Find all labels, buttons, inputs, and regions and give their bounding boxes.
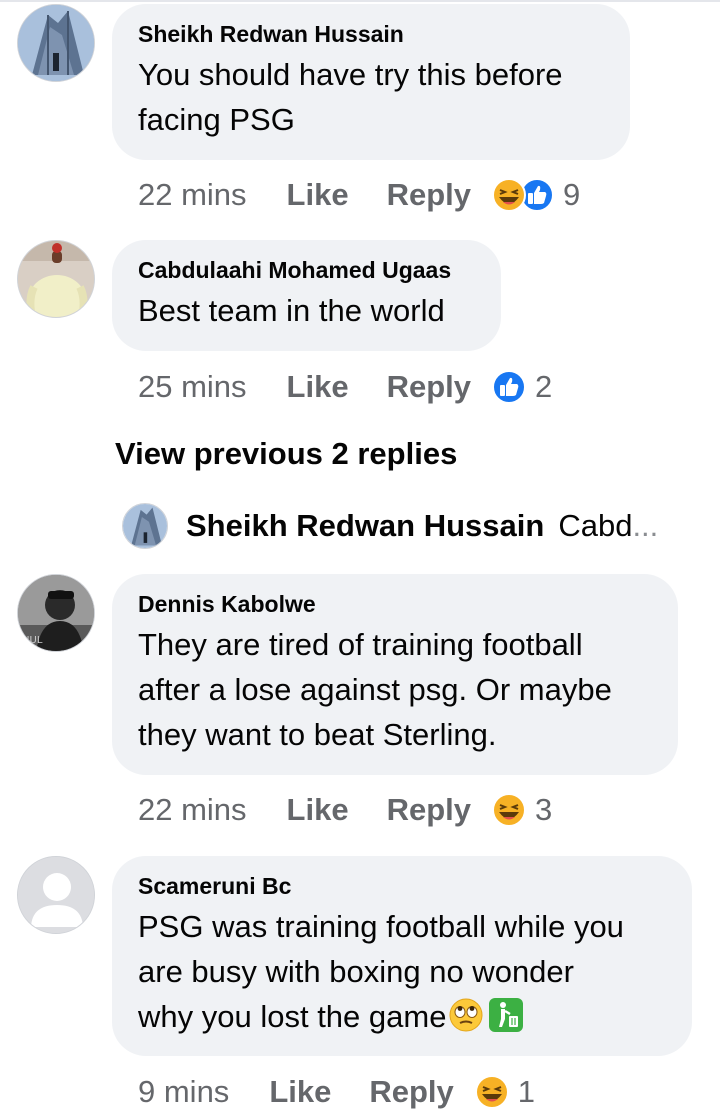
comment-text-line: after a lose against psg. Or maybe	[138, 672, 612, 707]
reaction-count[interactable]: 3	[535, 792, 552, 828]
comment-text-line: Best team in the world	[138, 293, 445, 328]
comment-actions: 22 mins Like Reply 3	[138, 790, 552, 830]
eye-roll-emoji-icon	[449, 998, 483, 1032]
collapsed-reply-preview: Cabd	[558, 508, 633, 543]
comment-bubble: Sheikh Redwan Hussain You should have tr…	[112, 4, 630, 160]
haha-icon	[492, 178, 526, 212]
comment-author[interactable]: Sheikh Redwan Hussain	[138, 20, 604, 48]
like-button[interactable]: Like	[287, 177, 349, 213]
comment-text-line: facing PSG	[138, 102, 295, 137]
comment-time[interactable]: 9 mins	[138, 1074, 229, 1110]
comment-text-line: why you lost the game	[138, 999, 447, 1034]
comment-author[interactable]: Dennis Kabolwe	[138, 590, 652, 618]
reaction-count[interactable]: 1	[518, 1074, 535, 1110]
reaction-count[interactable]: 9	[563, 177, 580, 213]
comment-time[interactable]: 25 mins	[138, 369, 247, 405]
comment-text-line: they want to beat Sterling.	[138, 717, 497, 752]
like-icon	[492, 370, 526, 404]
litter-bin-emoji-icon	[489, 998, 524, 1032]
like-button[interactable]: Like	[269, 1074, 331, 1110]
comment-time[interactable]: 22 mins	[138, 177, 247, 213]
reply-button[interactable]: Reply	[369, 1074, 453, 1110]
comment-author[interactable]: Cabdulaahi Mohamed Ugaas	[138, 256, 475, 284]
comment-author[interactable]: Scameruni Bc	[138, 872, 666, 900]
reactions-summary[interactable]	[491, 177, 555, 213]
haha-icon	[474, 1075, 509, 1109]
reactions-summary[interactable]	[474, 1074, 510, 1110]
reaction-count[interactable]: 2	[535, 369, 552, 405]
comment-text-line: You should have try this before	[138, 57, 563, 92]
avatar[interactable]	[122, 503, 168, 549]
collapsed-reply-author[interactable]: Sheikh Redwan Hussain	[186, 508, 544, 544]
collapsed-reply[interactable]: Sheikh Redwan Hussain Cabd ...	[122, 502, 658, 550]
top-divider	[0, 0, 720, 2]
avatar[interactable]	[17, 856, 95, 934]
reply-button[interactable]: Reply	[387, 792, 471, 828]
comment-text-line: are busy with boxing no wonder	[138, 954, 574, 989]
comment-bubble: Scameruni Bc PSG was training football w…	[112, 856, 692, 1056]
avatar[interactable]	[17, 240, 95, 318]
comment-text-line: They are tired of training football	[138, 627, 583, 662]
comment-actions: 25 mins Like Reply 2	[138, 367, 552, 407]
haha-icon	[492, 793, 526, 827]
like-button[interactable]: Like	[287, 369, 349, 405]
reactions-summary[interactable]	[491, 369, 527, 405]
reply-button[interactable]: Reply	[387, 177, 471, 213]
comment-actions: 9 mins Like Reply 1	[138, 1072, 535, 1112]
like-button[interactable]: Like	[287, 792, 349, 828]
comment-actions: 22 mins Like Reply 9	[138, 175, 580, 215]
avatar[interactable]	[17, 4, 95, 82]
collapsed-reply-ellipsis: ...	[632, 508, 659, 543]
comment-time[interactable]: 22 mins	[138, 792, 247, 828]
reactions-summary[interactable]	[491, 792, 527, 828]
comment-text-line-with-emoji: why you lost the game	[138, 994, 666, 1039]
view-previous-replies-link[interactable]: View previous 2 replies	[115, 436, 457, 472]
comment-bubble: Cabdulaahi Mohamed Ugaas Best team in th…	[112, 240, 501, 351]
avatar[interactable]: HUL	[17, 574, 95, 652]
comment-text-line: PSG was training football while you	[138, 909, 624, 944]
comment-bubble: Dennis Kabolwe They are tired of trainin…	[112, 574, 678, 775]
svg-text:HUL: HUL	[22, 635, 43, 646]
reply-button[interactable]: Reply	[387, 369, 471, 405]
